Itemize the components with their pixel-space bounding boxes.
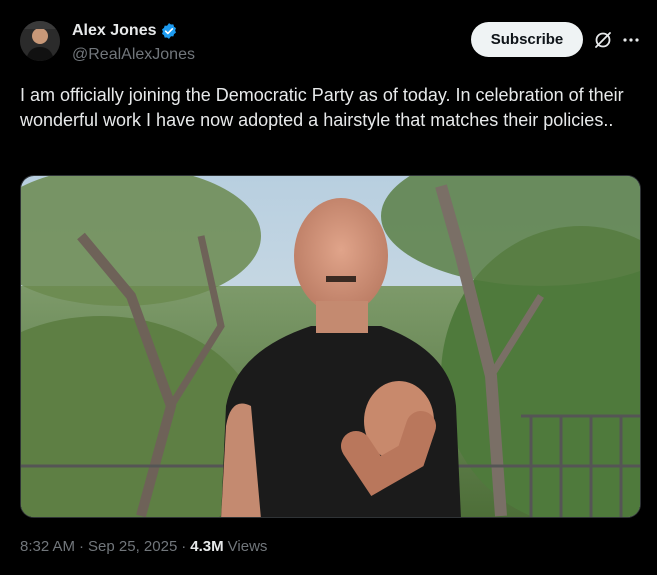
more-dots-icon[interactable] <box>622 30 640 50</box>
author-display-name[interactable]: Alex Jones <box>72 22 156 40</box>
views-count: 4.3M <box>190 538 224 555</box>
views-label: Views <box>227 538 268 555</box>
author-handle[interactable]: @RealAlexJones <box>72 46 195 64</box>
meta-separator: · <box>79 538 85 555</box>
tweet-time[interactable]: 8:32 AM <box>20 538 75 555</box>
subscribe-button[interactable]: Subscribe <box>471 22 583 57</box>
tweet-text: I am officially joining the Democratic P… <box>20 85 624 130</box>
tweet-meta: 8:32 AM · Sep 25, 2025 · 4.3M Views <box>20 538 267 555</box>
verified-badge-icon <box>160 22 178 40</box>
tweet-card: Alex Jones @RealAlexJones Subscribe I am… <box>0 0 657 575</box>
author-name-row[interactable]: Alex Jones <box>72 22 178 40</box>
tweet-date[interactable]: Sep 25, 2025 <box>88 538 177 555</box>
avatar[interactable] <box>20 21 60 61</box>
grok-icon[interactable] <box>593 30 613 50</box>
meta-separator: · <box>181 538 187 555</box>
tweet-photo[interactable] <box>20 175 641 518</box>
